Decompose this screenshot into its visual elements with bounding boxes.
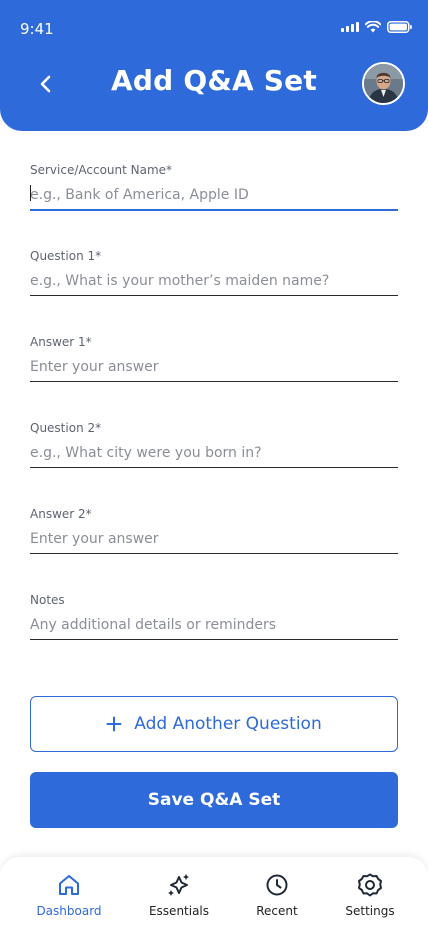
field-underline [30,553,398,554]
sparkle-icon [168,874,189,896]
bottom-tab-bar: Dashboard Essentials Recent Settings [0,857,428,926]
gear-icon [358,873,382,897]
notes-field: Notes [30,593,398,679]
status-time: 9:41 [20,20,54,38]
text-caret [30,185,31,201]
question-2-input[interactable] [30,435,398,471]
avatar[interactable] [362,62,405,105]
battery-icon [387,21,412,33]
clock-icon [266,874,288,896]
home-icon [59,875,79,895]
field-label: Notes [30,593,65,607]
header: 9:41 Add Q&A Set [0,0,428,131]
save-qa-set-button[interactable]: Save Q&A Set [30,772,398,828]
service-account-name-input[interactable] [30,177,398,213]
add-qa-set-screen: 9:41 Add Q&A Set Service/Account Name* e… [0,0,428,926]
save-qa-set-label: Save Q&A Set [147,790,281,810]
field-underline [30,639,398,640]
tab-essentials[interactable]: Essentials [129,871,229,923]
add-another-question-label: Add Another Question [134,714,322,734]
field-underline [30,295,398,296]
field-underline [30,209,398,211]
tab-label: Settings [345,904,395,918]
add-another-question-button[interactable]: Add Another Question [30,696,398,752]
signal-icon [341,22,359,32]
status-icons [341,21,412,33]
field-label: Answer 1* [30,335,92,349]
tab-label: Recent [256,904,298,918]
service-account-name-field: Service/Account Name* [30,163,398,249]
field-label: Question 1* [30,249,102,263]
question-1-input[interactable] [30,263,398,299]
tab-label: Dashboard [36,904,102,918]
field-underline [30,467,398,468]
tab-recent[interactable]: Recent [227,871,327,923]
wifi-icon [365,21,381,33]
question-1-field: Question 1* [30,249,398,335]
answer-2-input[interactable] [30,521,398,557]
field-label: Service/Account Name* [30,163,173,177]
notes-input[interactable] [30,607,398,643]
plus-icon [106,716,122,732]
tab-dashboard[interactable]: Dashboard [19,871,119,923]
answer-1-input[interactable] [30,349,398,385]
answer-1-field: Answer 1* [30,335,398,421]
tab-settings[interactable]: Settings [320,871,420,923]
field-label: Question 2* [30,421,102,435]
field-label: Answer 2* [30,507,92,521]
field-underline [30,381,398,382]
answer-2-field: Answer 2* [30,507,398,593]
tab-label: Essentials [148,904,210,918]
question-2-field: Question 2* [30,421,398,507]
